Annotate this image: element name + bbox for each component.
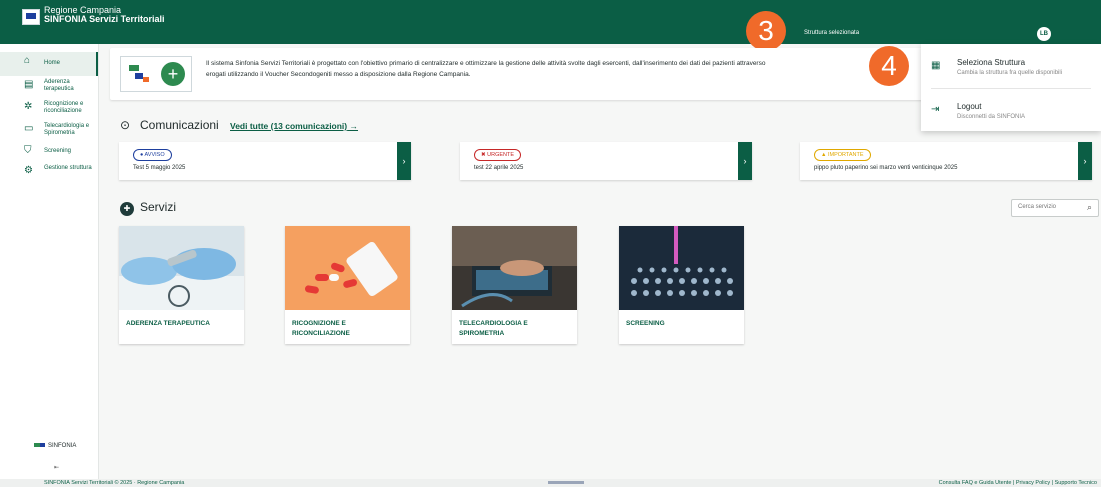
sinfonia-logo: SINFONIA xyxy=(34,443,76,449)
building-icon: ▦ xyxy=(931,60,941,71)
service-image-aderenza xyxy=(119,226,244,310)
user-dropdown-menu: ▦ Seleziona Struttura Cambia la struttur… xyxy=(921,44,1101,131)
select-structure-menu-item[interactable]: ▦ Seleziona Struttura Cambia la struttur… xyxy=(921,48,1101,86)
service-label: ADERENZA TERAPEUTICA xyxy=(126,320,210,327)
shield-icon: ⛉ xyxy=(24,145,32,156)
sidebar-item-label: Gestione struttura xyxy=(44,165,92,171)
step-badge-3: 3 xyxy=(746,11,786,51)
top-bar: Regione Campania SINFONIA Servizi Territ… xyxy=(0,0,1101,44)
sidebar-item-label: Screening xyxy=(44,148,72,154)
communication-card-urgente[interactable]: ✖ URGENTE test 22 aprile 2025 › xyxy=(460,142,752,180)
service-card-screening[interactable]: SCREENING xyxy=(619,226,744,344)
communication-text: Test 5 maggio 2025 xyxy=(133,165,186,171)
services-icon: ✚ xyxy=(120,202,134,216)
sidebar-item-label: Ricognizione e riconciliazione xyxy=(44,101,84,114)
chevron-right-icon[interactable]: › xyxy=(1078,142,1092,180)
pill-icon: ▤ xyxy=(24,79,34,90)
service-card-ricognizione[interactable]: RICOGNIZIONE E RICONCILIAZIONE xyxy=(285,226,410,344)
tag-avviso: ● AVVISO xyxy=(133,149,172,161)
service-image-screening xyxy=(619,226,744,310)
logout-menu-item[interactable]: ⇥ Logout Disconnetti da SINFONIA xyxy=(921,92,1101,130)
service-image-telecardiologia xyxy=(452,226,577,310)
regione-campania-logo xyxy=(22,9,40,25)
footer-copyright: SINFONIA Servizi Territoriali © 2025 · R… xyxy=(44,480,185,486)
intro-text: Il sistema Sinfonia Servizi Territoriali… xyxy=(206,60,766,78)
tag-importante: ▲ IMPORTANTE xyxy=(814,149,871,161)
service-label: RICOGNIZIONE E RICONCILIAZIONE xyxy=(292,320,350,337)
sinfonia-intro-logo: + xyxy=(120,56,192,92)
sidebar-item-label: Aderenza terapeutica xyxy=(44,79,74,92)
servizi-heading: ✚ Servizi xyxy=(120,200,176,216)
selected-structure-label[interactable]: Struttura selezionata xyxy=(804,30,859,36)
monitor-heart-icon: ▭ xyxy=(24,123,34,134)
sidebar-item-label: Home xyxy=(44,60,61,66)
collapse-sidebar-button[interactable]: ⇤ xyxy=(54,464,59,471)
gears-icon: ⚙ xyxy=(24,165,33,176)
service-image-ricognizione xyxy=(285,226,410,310)
service-card-aderenza[interactable]: ADERENZA TERAPEUTICA xyxy=(119,226,244,344)
communication-text: pippo pluto paperino sei marzo venti ven… xyxy=(814,165,958,171)
communication-card-importante[interactable]: ▲ IMPORTANTE pippo pluto paperino sei ma… xyxy=(800,142,1092,180)
sidebar-item-telecardiologia[interactable]: ▭ Telecardiologia e Spirometria xyxy=(0,120,98,144)
app-name: SINFONIA Servizi Territoriali xyxy=(44,14,165,24)
sidebar-item-label: Telecardiologia e Spirometria xyxy=(44,123,90,136)
service-label: SCREENING xyxy=(626,320,665,327)
view-all-communications-link[interactable]: Vedi tutte (13 comunicazioni) → xyxy=(230,121,358,131)
step-badge-4: 4 xyxy=(869,46,909,86)
search-icon: ⌕ xyxy=(1086,202,1092,212)
clock-alert-icon: ⊙ xyxy=(120,118,131,132)
chevron-right-icon[interactable]: › xyxy=(738,142,752,180)
home-icon: ⌂ xyxy=(24,55,31,66)
footer-links[interactable]: Consulta FAQ e Guida Utente | Privacy Po… xyxy=(939,480,1097,486)
intro-panel: + Il sistema Sinfonia Servizi Territoria… xyxy=(110,48,930,100)
service-search-input[interactable]: Cerca servizio ⌕ xyxy=(1011,199,1099,217)
sidebar-item-aderenza[interactable]: ▤ Aderenza terapeutica xyxy=(0,76,98,100)
service-card-telecardiologia[interactable]: TELECARDIOLOGIA E SPIROMETRIA xyxy=(452,226,577,344)
sidebar-item-gestione[interactable]: ⚙ Gestione struttura xyxy=(0,162,98,186)
sidebar: ⌂ Home ▤ Aderenza terapeutica ✲ Ricogniz… xyxy=(0,44,99,479)
communication-text: test 22 aprile 2025 xyxy=(474,165,524,171)
tag-urgente: ✖ URGENTE xyxy=(474,149,522,161)
menu-divider xyxy=(931,88,1091,89)
footer-logo xyxy=(548,481,584,484)
service-label: TELECARDIOLOGIA E SPIROMETRIA xyxy=(459,320,528,337)
communication-card-avviso[interactable]: ● AVVISO Test 5 maggio 2025 › xyxy=(119,142,411,180)
comunicazioni-heading: ⊙ Comunicazioni xyxy=(120,118,219,132)
footer: SINFONIA Servizi Territoriali © 2025 · R… xyxy=(0,479,1101,487)
capsules-icon: ✲ xyxy=(24,101,33,112)
sidebar-item-home[interactable]: ⌂ Home xyxy=(0,52,98,76)
chevron-right-icon[interactable]: › xyxy=(397,142,411,180)
user-avatar[interactable]: LB xyxy=(1037,27,1051,41)
plus-icon: + xyxy=(161,62,185,86)
logout-icon: ⇥ xyxy=(931,104,940,115)
sidebar-item-ricognizione[interactable]: ✲ Ricognizione e riconciliazione xyxy=(0,98,98,122)
